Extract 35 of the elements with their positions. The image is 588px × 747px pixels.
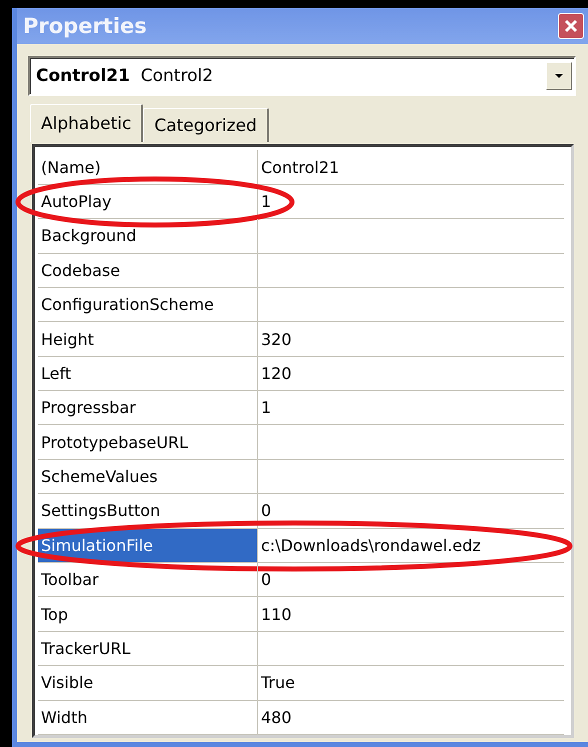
property-name[interactable]: PrototypebaseURL <box>38 425 258 459</box>
property-name[interactable]: ConfigurationScheme <box>38 288 258 322</box>
close-icon <box>563 18 579 34</box>
property-name[interactable]: Toolbar <box>38 563 258 596</box>
property-name[interactable]: Height <box>38 322 258 356</box>
window-title: Properties <box>23 14 147 38</box>
property-value[interactable]: 1 <box>258 391 564 424</box>
property-name[interactable]: Progressbar <box>38 391 258 424</box>
property-name[interactable]: AutoPlay <box>38 184 258 218</box>
dropdown-button[interactable] <box>546 62 572 90</box>
property-name[interactable]: SettingsButton <box>38 494 258 528</box>
property-value[interactable]: 120 <box>258 356 564 390</box>
property-name[interactable]: Width <box>38 700 258 734</box>
property-name[interactable]: TrackerURL <box>38 632 258 666</box>
property-name[interactable]: Left <box>38 356 258 390</box>
property-name[interactable]: Codebase <box>38 254 258 287</box>
tab[interactable]: Alphabetic <box>30 104 144 142</box>
property-value[interactable]: 1 <box>258 184 564 218</box>
close-button[interactable] <box>558 13 584 40</box>
property-name[interactable]: SchemeValues <box>38 460 258 494</box>
property-value[interactable]: 110 <box>258 597 564 631</box>
property-value[interactable]: True <box>258 666 564 700</box>
property-name[interactable]: (Name) <box>38 150 258 184</box>
property-value[interactable]: 0 <box>258 494 564 528</box>
object-dropdown[interactable]: Control21 Control2 <box>28 56 576 96</box>
property-value[interactable]: 320 <box>258 322 564 356</box>
property-name[interactable]: Visible <box>38 666 258 700</box>
property-name[interactable]: Background <box>38 219 258 253</box>
property-name[interactable]: Top <box>38 597 258 631</box>
property-value[interactable]: c:\Downloads\rondawel.edz <box>258 528 564 562</box>
property-value[interactable]: 0 <box>258 563 564 596</box>
tab[interactable]: Categorized <box>143 108 269 142</box>
property-value[interactable]: 480 <box>258 700 564 734</box>
caret-icon <box>554 73 564 80</box>
property-value[interactable]: Control21 <box>258 150 564 184</box>
